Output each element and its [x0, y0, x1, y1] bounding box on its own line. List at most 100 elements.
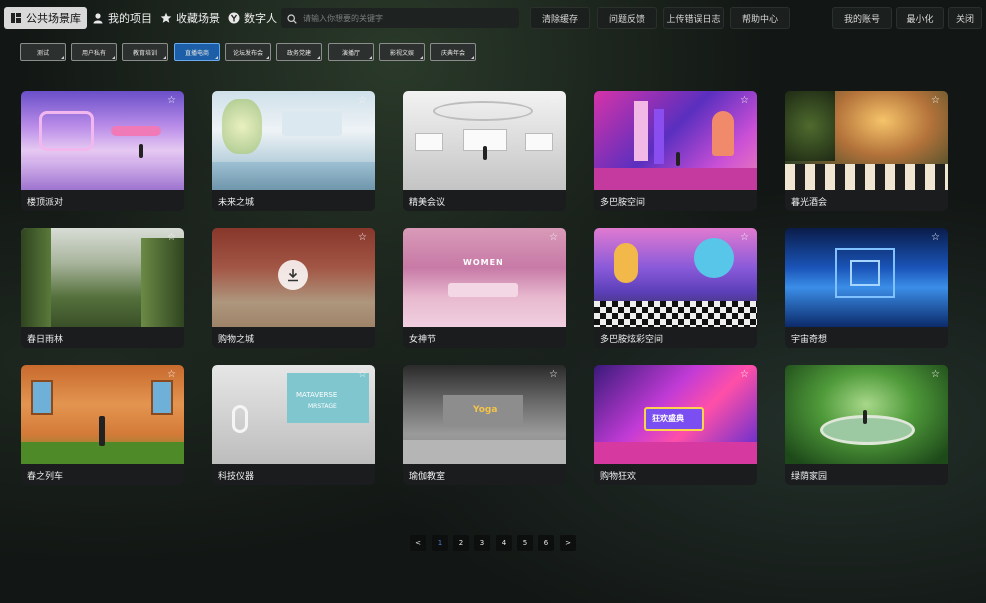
my-account-button[interactable]: 我的账号	[832, 7, 892, 29]
thumbnail-text: WOMEN	[463, 258, 504, 267]
digital-human-icon	[228, 12, 240, 24]
tab-label: 公共场景库	[26, 12, 81, 25]
tab-label: 我的项目	[108, 12, 152, 25]
scene-thumbnail: WOMEN	[403, 228, 566, 327]
favorite-star-icon[interactable]: ☆	[167, 232, 178, 243]
favorite-star-icon[interactable]: ☆	[549, 232, 560, 243]
scene-card[interactable]: 狂欢盛典 ☆ 购物狂欢	[594, 365, 757, 485]
pagination-page[interactable]: 2	[453, 535, 469, 551]
scene-title: 多巴胺炫彩空间	[600, 335, 664, 345]
search-icon	[287, 9, 297, 28]
pagination-page[interactable]: 5	[517, 535, 533, 551]
scene-card[interactable]: ☆ 宇宙奇想	[785, 228, 948, 348]
category-chip[interactable]: 教育培训	[122, 43, 168, 61]
pagination-page[interactable]: 4	[496, 535, 512, 551]
library-icon	[10, 12, 22, 24]
minimize-button[interactable]: 最小化	[896, 7, 944, 29]
download-icon[interactable]	[278, 260, 308, 290]
scene-thumbnail	[594, 91, 757, 190]
favorite-star-icon[interactable]: ☆	[167, 95, 178, 106]
favorite-star-icon[interactable]: ☆	[740, 369, 751, 380]
tab-label: 数字人	[244, 12, 277, 25]
thumbnail-text: Yoga	[473, 405, 498, 415]
search-input[interactable]	[303, 13, 503, 23]
pagination-page-current[interactable]: 1	[432, 535, 448, 551]
favorite-star-icon[interactable]: ☆	[358, 95, 369, 106]
upload-log-button[interactable]: 上传错误日志	[663, 7, 724, 29]
scene-card[interactable]: Yoga ☆ 瑜伽教室	[403, 365, 566, 485]
tab-favorites[interactable]: 收藏场景	[154, 7, 226, 29]
scene-thumbnail	[212, 228, 375, 327]
scene-card[interactable]: MATAVERSE MRSTAGE ☆ 科技仪器	[212, 365, 375, 485]
scene-title: 楼顶派对	[27, 198, 64, 208]
favorite-star-icon[interactable]: ☆	[358, 369, 369, 380]
thumbnail-text: MRSTAGE	[308, 403, 337, 410]
category-chip[interactable]: 影视文娱	[379, 43, 425, 61]
scene-card[interactable]: ☆ 多巴胺空间	[594, 91, 757, 211]
scene-title: 瑜伽教室	[409, 472, 446, 482]
scene-thumbnail	[594, 228, 757, 327]
scene-thumbnail: Yoga	[403, 365, 566, 464]
scene-thumbnail	[785, 365, 948, 464]
favorite-star-icon[interactable]: ☆	[740, 95, 751, 106]
tab-label: 收藏场景	[176, 12, 220, 25]
scene-card[interactable]: ☆ 绿荫家园	[785, 365, 948, 485]
tab-digital-human[interactable]: 数字人	[222, 7, 283, 29]
favorite-star-icon[interactable]: ☆	[549, 95, 560, 106]
scene-card[interactable]: WOMEN ☆ 女神节	[403, 228, 566, 348]
scene-card[interactable]: ☆ 暮光酒会	[785, 91, 948, 211]
scene-thumbnail: 狂欢盛典	[594, 365, 757, 464]
feedback-button[interactable]: 问题反馈	[597, 7, 657, 29]
top-bar: 公共场景库 我的项目 收藏场景 数字人 清除缓存 问题反馈 上传错误日志 帮助中…	[0, 0, 986, 36]
scene-card[interactable]: ☆ 多巴胺炫彩空间	[594, 228, 757, 348]
scene-title: 精美会议	[409, 198, 446, 208]
favorite-star-icon[interactable]: ☆	[740, 232, 751, 243]
pagination-page[interactable]: 6	[538, 535, 554, 551]
scene-title: 春日雨林	[27, 335, 64, 345]
scene-thumbnail	[785, 91, 948, 190]
scene-title: 科技仪器	[218, 472, 255, 482]
favorite-star-icon[interactable]: ☆	[167, 369, 178, 380]
scene-thumbnail	[21, 91, 184, 190]
help-center-button[interactable]: 帮助中心	[730, 7, 790, 29]
scene-thumbnail	[403, 91, 566, 190]
clear-cache-button[interactable]: 清除缓存	[530, 7, 590, 29]
pagination-page[interactable]: 3	[474, 535, 490, 551]
favorite-star-icon[interactable]: ☆	[931, 232, 942, 243]
close-button[interactable]: 关闭	[948, 7, 982, 29]
scene-title: 宇宙奇想	[791, 335, 828, 345]
scene-card[interactable]: ☆ 精美会议	[403, 91, 566, 211]
tab-my-projects[interactable]: 我的项目	[86, 7, 158, 29]
favorite-star-icon[interactable]: ☆	[931, 369, 942, 380]
user-icon	[92, 12, 104, 24]
scene-card[interactable]: ☆ 未来之城	[212, 91, 375, 211]
category-chip[interactable]: 测试	[20, 43, 66, 61]
thumbnail-text: 狂欢盛典	[652, 414, 684, 423]
category-chip[interactable]: 演播厅	[328, 43, 374, 61]
scene-thumbnail	[21, 365, 184, 464]
scene-card[interactable]: ☆ 楼顶派对	[21, 91, 184, 211]
favorite-star-icon[interactable]: ☆	[931, 95, 942, 106]
scene-thumbnail	[21, 228, 184, 327]
category-chip[interactable]: 论坛发布会	[225, 43, 271, 61]
tab-public-scenes[interactable]: 公共场景库	[4, 7, 87, 29]
scene-card[interactable]: ☆ 春日雨林	[21, 228, 184, 348]
scene-title: 女神节	[409, 335, 437, 345]
search-box	[281, 8, 519, 28]
scene-title: 未来之城	[218, 198, 255, 208]
scene-title: 暮光酒会	[791, 198, 828, 208]
scene-thumbnail	[785, 228, 948, 327]
pagination-next-button[interactable]: >	[560, 535, 576, 551]
category-chip[interactable]: 庆典年会	[430, 43, 476, 61]
scene-title: 购物狂欢	[600, 472, 637, 482]
star-icon	[160, 12, 172, 24]
scene-title: 购物之城	[218, 335, 255, 345]
category-chip[interactable]: 用户私有	[71, 43, 117, 61]
category-chip[interactable]: 政务党建	[276, 43, 322, 61]
favorite-star-icon[interactable]: ☆	[358, 232, 369, 243]
category-chip-active[interactable]: 直播电商	[174, 43, 220, 61]
favorite-star-icon[interactable]: ☆	[549, 369, 560, 380]
scene-card[interactable]: ☆ 春之列车	[21, 365, 184, 485]
pagination-prev-button[interactable]: <	[410, 535, 426, 551]
scene-card[interactable]: ☆ 购物之城	[212, 228, 375, 348]
